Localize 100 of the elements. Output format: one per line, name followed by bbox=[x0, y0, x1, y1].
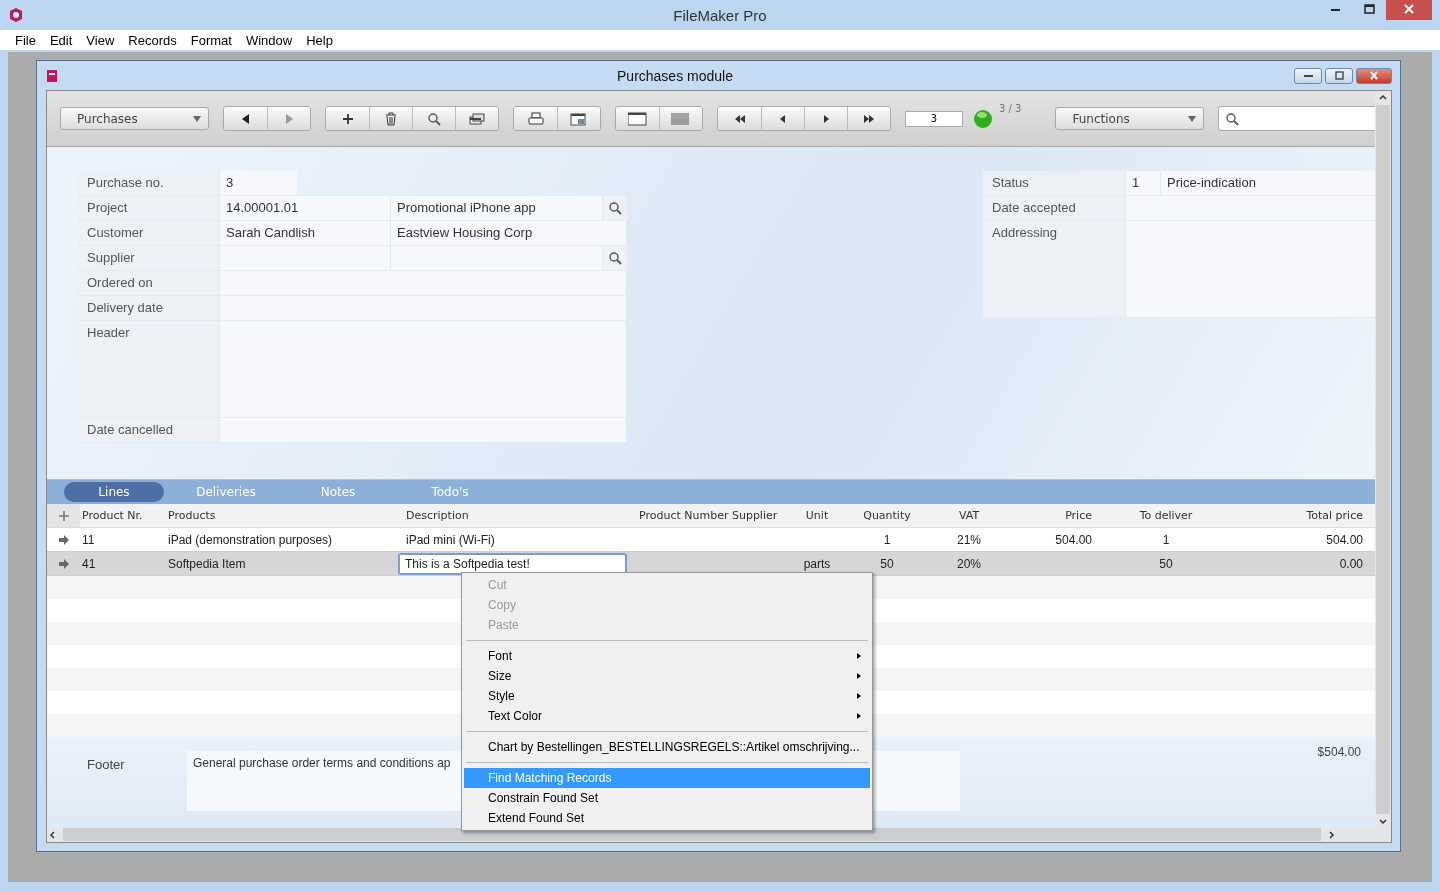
column-header: Unit bbox=[804, 509, 830, 522]
table-cell-text: 1 bbox=[882, 532, 892, 547]
layout-dropdown[interactable]: Purchases bbox=[60, 107, 209, 130]
previous-layout-button[interactable] bbox=[224, 107, 267, 130]
menu-item[interactable]: Font bbox=[464, 646, 870, 666]
column-header: Price bbox=[1064, 509, 1093, 522]
field-label: Header bbox=[78, 321, 219, 417]
menu-item[interactable]: Style bbox=[464, 686, 870, 706]
field-label: Supplier bbox=[78, 246, 219, 270]
column-header: Products bbox=[167, 509, 217, 522]
column-header: Quantity bbox=[862, 509, 912, 522]
trash-icon bbox=[383, 111, 399, 126]
field-label: Customer bbox=[78, 221, 219, 245]
grand-total: $504.00 bbox=[1317, 745, 1361, 759]
menu-item[interactable]: Text Color bbox=[464, 706, 870, 726]
field-label: Purchase no. bbox=[78, 171, 219, 195]
caret-icon bbox=[1187, 113, 1198, 124]
close-button[interactable] bbox=[1386, 0, 1432, 20]
field-label: Delivery date bbox=[78, 296, 219, 320]
submenu-arrow-icon bbox=[856, 672, 862, 680]
table-cell-text: 50 bbox=[879, 556, 895, 571]
submenu-arrow-icon bbox=[856, 652, 862, 660]
menu-item[interactable]: View bbox=[79, 32, 122, 48]
document-icon bbox=[45, 68, 59, 83]
window-title: FileMaker Pro bbox=[672, 6, 768, 24]
functions-dropdown[interactable]: Functions bbox=[1055, 107, 1205, 130]
field-value[interactable]: Sarah Candlish bbox=[219, 221, 390, 245]
menu-item[interactable]: Size bbox=[464, 666, 870, 686]
search-icon bbox=[427, 111, 441, 126]
printer-icon bbox=[527, 111, 544, 126]
record-count: 3 / 3 bbox=[999, 103, 1022, 114]
menu-item[interactable]: Constrain Found Set bbox=[464, 788, 870, 808]
menu-item[interactable]: Window bbox=[238, 32, 300, 48]
menu-item[interactable]: Records bbox=[121, 32, 184, 48]
footer-label: Footer bbox=[87, 756, 126, 774]
field-label: Date cancelled bbox=[78, 418, 219, 442]
column-header: Total price bbox=[1305, 509, 1364, 522]
window-camera-icon bbox=[570, 111, 588, 126]
delete-record-button[interactable] bbox=[369, 107, 412, 130]
table-cell-text: iPad mini (Wi-Fi) bbox=[406, 532, 496, 547]
field-label: Date accepted bbox=[983, 196, 1125, 220]
field-value[interactable]: 1 bbox=[1125, 171, 1160, 195]
table-cell-text: 20% bbox=[956, 556, 982, 571]
add-row-button[interactable] bbox=[47, 504, 80, 527]
table-cell-text: 21% bbox=[956, 532, 982, 547]
minimize-icon bbox=[1303, 74, 1313, 77]
table-cell-text: 50 bbox=[1158, 556, 1174, 571]
field-value[interactable]: Promotional iPhone app bbox=[390, 196, 602, 220]
table-cell-text: 504.00 bbox=[1325, 532, 1364, 547]
document-title: Purchases module bbox=[616, 67, 734, 84]
lookup-button[interactable] bbox=[602, 246, 627, 270]
submenu-arrow-icon bbox=[856, 712, 862, 720]
minimize-icon bbox=[1330, 9, 1340, 11]
new-record-button[interactable] bbox=[326, 107, 369, 130]
table-cell-text: 11 bbox=[81, 532, 96, 547]
caret-icon bbox=[192, 113, 202, 124]
menu-item[interactable]: File bbox=[8, 32, 43, 48]
close-button[interactable] bbox=[1356, 67, 1392, 84]
field-value[interactable] bbox=[1125, 221, 1375, 317]
edit-field[interactable]: This is a Softpedia test! bbox=[398, 552, 627, 575]
maximize-icon bbox=[1361, 3, 1377, 17]
column-header: Product Nr. bbox=[81, 509, 144, 522]
search-icon bbox=[608, 251, 622, 265]
form-view-button[interactable] bbox=[616, 107, 659, 130]
table-row[interactable]: 41 Softpedia Item This is a Softpedia test! parts 50 20% 50 0.00 bbox=[47, 552, 1375, 576]
field-value[interactable] bbox=[1125, 196, 1375, 220]
field-value[interactable]: 14.00001.01 bbox=[219, 196, 390, 220]
record-number-field[interactable]: 3 bbox=[905, 110, 963, 127]
tab[interactable]: Lines bbox=[64, 482, 164, 502]
table-cell-text: 1 bbox=[1161, 532, 1171, 547]
field-label: Ordered on bbox=[78, 271, 219, 295]
table-cell-text: 41 bbox=[81, 556, 97, 571]
field-value[interactable]: Price-indication bbox=[1160, 171, 1375, 195]
field-value[interactable] bbox=[219, 321, 626, 417]
field-label: Project bbox=[78, 196, 219, 220]
table-cell-text: 504.00 bbox=[1054, 532, 1093, 547]
table-cell-text: parts bbox=[802, 556, 832, 571]
search-field[interactable] bbox=[1218, 106, 1376, 131]
menu-item[interactable]: Format bbox=[183, 32, 239, 48]
first-record-button[interactable] bbox=[718, 107, 761, 130]
field-label: Addressing bbox=[983, 221, 1125, 317]
restore-button[interactable] bbox=[1325, 67, 1353, 84]
column-header: Product Number Supplier bbox=[638, 509, 779, 522]
menu-item[interactable]: Extend Found Set bbox=[464, 808, 870, 828]
field-value[interactable] bbox=[219, 418, 626, 442]
menu-item[interactable]: Help bbox=[299, 32, 340, 48]
lookup-button[interactable] bbox=[602, 196, 627, 220]
minimize-button[interactable] bbox=[1294, 67, 1322, 84]
last-record-button[interactable] bbox=[847, 107, 890, 130]
search-icon bbox=[1225, 111, 1240, 126]
find-button[interactable] bbox=[412, 107, 455, 130]
preview-button[interactable] bbox=[557, 107, 600, 130]
menu-item[interactable]: Edit bbox=[42, 32, 80, 48]
row-arrow-icon bbox=[57, 557, 70, 570]
field-value[interactable]: Eastview Housing Corp bbox=[390, 221, 626, 245]
table-cell-text: iPad (demonstration purposes) bbox=[167, 532, 334, 547]
plus-icon bbox=[57, 509, 70, 522]
row-arrow-icon bbox=[57, 533, 70, 546]
field-value[interactable]: 3 bbox=[219, 171, 297, 195]
found-set-button[interactable] bbox=[455, 107, 498, 130]
